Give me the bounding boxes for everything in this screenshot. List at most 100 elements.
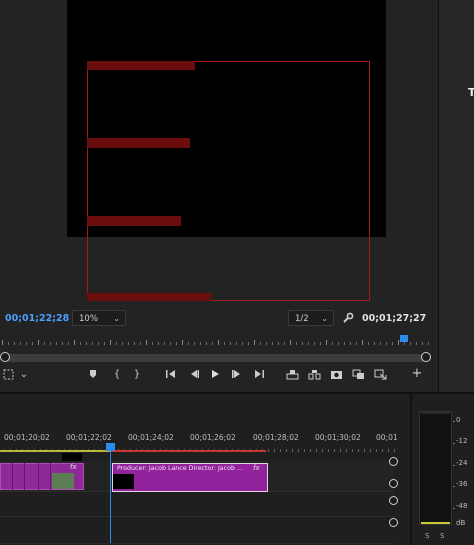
ruler-tick [194, 342, 195, 345]
title-bar-1 [87, 61, 195, 70]
track-scroll-knob[interactable] [389, 457, 398, 466]
duration-timecode: 00;01;27;27 [362, 313, 427, 324]
work-area-bar-rendered [0, 450, 110, 452]
ruler-tick [350, 342, 351, 345]
chevron-down-icon: ⌄ [321, 314, 328, 323]
ruler-tick [110, 340, 111, 345]
scroll-handle-left[interactable] [0, 352, 10, 362]
audio-meter-level [421, 522, 450, 524]
ruler-tick [158, 342, 159, 345]
ruler-tick [320, 342, 321, 345]
ruler-tick [280, 449, 281, 452]
db-tick [453, 508, 455, 509]
solo-button-left[interactable]: S [425, 532, 429, 540]
ruler-tick [368, 342, 369, 345]
ruler-tick [332, 342, 333, 345]
ruler-tick [170, 342, 171, 345]
ruler-tick [302, 342, 303, 345]
ruler-tick [92, 342, 93, 345]
ruler-tick [44, 342, 45, 345]
track-scroll-knob[interactable] [389, 518, 398, 527]
ruler-tick [296, 342, 297, 345]
ruler-label-6: 00;01;30;02 [315, 433, 361, 442]
ruler-tick [286, 449, 287, 452]
ruler-tick [310, 449, 311, 452]
track-scroll-knob[interactable] [389, 479, 398, 488]
clip-label-badge [62, 453, 82, 461]
lift-icon[interactable] [285, 369, 299, 383]
ruler-tick [74, 340, 75, 345]
timeline-playhead[interactable] [106, 443, 115, 451]
scroll-handle-right[interactable] [421, 352, 431, 362]
audio-track-a2[interactable] [0, 517, 394, 544]
play-icon[interactable] [208, 369, 222, 382]
ruler-tick [140, 342, 141, 345]
ruler-tick [260, 342, 261, 345]
selection-marquee-icon[interactable] [1, 369, 15, 383]
chevron-down-icon[interactable]: ⌄ [17, 369, 31, 380]
comparison-view-icon[interactable] [351, 369, 365, 383]
solo-button-right[interactable]: S [440, 532, 444, 540]
ruler-tick [376, 449, 377, 452]
playback-resolution-dropdown[interactable]: 1/2 ⌄ [288, 310, 334, 326]
audio-track-a1[interactable] [0, 492, 394, 517]
current-timecode[interactable]: 00;01;22;28 [5, 313, 69, 324]
toggle-proxies-icon[interactable] [373, 369, 387, 383]
go-to-in-icon[interactable] [164, 369, 178, 382]
right-panel-text: T [468, 86, 474, 99]
ruler-tick [428, 342, 429, 345]
ruler-tick [380, 342, 381, 345]
ruler-tick [242, 342, 243, 345]
ruler-tick [134, 342, 135, 345]
ruler-tick [292, 449, 293, 452]
zoom-level-value: 10% [79, 314, 98, 324]
export-frame-icon[interactable] [329, 369, 343, 383]
monitor-playhead[interactable] [400, 335, 409, 342]
ruler-tick [176, 342, 177, 345]
ruler-tick [338, 342, 339, 345]
ruler-tick [278, 342, 279, 345]
ruler-tick [392, 342, 393, 345]
ruler-tick [410, 342, 411, 345]
ruler-tick [344, 342, 345, 345]
ruler-tick [422, 342, 423, 345]
marker-icon[interactable] [86, 369, 100, 382]
ruler-tick [290, 340, 291, 345]
ruler-tick [316, 449, 317, 452]
db-tick [453, 486, 455, 487]
ruler-tick [388, 449, 389, 452]
wrench-settings-icon[interactable] [342, 312, 354, 327]
ruler-tick [322, 449, 323, 452]
ruler-tick [98, 342, 99, 345]
ruler-tick [382, 449, 383, 452]
mark-out-icon[interactable]: } [130, 369, 144, 380]
chevron-down-icon: ⌄ [113, 314, 120, 323]
go-to-out-icon[interactable] [252, 369, 266, 382]
ruler-tick [218, 340, 219, 345]
ruler-tick [266, 342, 267, 345]
ruler-tick [274, 449, 275, 452]
ruler-tick [80, 342, 81, 345]
ruler-tick [404, 342, 405, 345]
step-back-icon[interactable] [187, 369, 201, 382]
clip-divider [24, 463, 25, 490]
zoom-level-dropdown[interactable]: 10% ⌄ [72, 310, 126, 326]
db-tick [453, 465, 455, 466]
zoom-scroll-bar[interactable] [5, 354, 426, 362]
extract-icon[interactable] [307, 369, 321, 383]
ruler-label-4: 00;01;26;02 [190, 433, 236, 442]
db-tick [453, 443, 455, 444]
mark-in-icon[interactable]: { [110, 369, 124, 380]
step-forward-icon[interactable] [230, 369, 244, 382]
ruler-tick [356, 342, 357, 345]
resolution-value: 1/2 [295, 314, 309, 324]
timeline-playhead-line [110, 451, 111, 543]
add-button-icon[interactable]: + [410, 366, 424, 381]
ruler-tick [386, 342, 387, 345]
ruler-tick [14, 342, 15, 345]
track-scroll-knob[interactable] [389, 496, 398, 505]
ruler-tick [340, 449, 341, 452]
fx-badge: fx [253, 464, 260, 472]
monitor-time-ruler[interactable] [2, 333, 430, 345]
ruler-tick [26, 342, 27, 345]
